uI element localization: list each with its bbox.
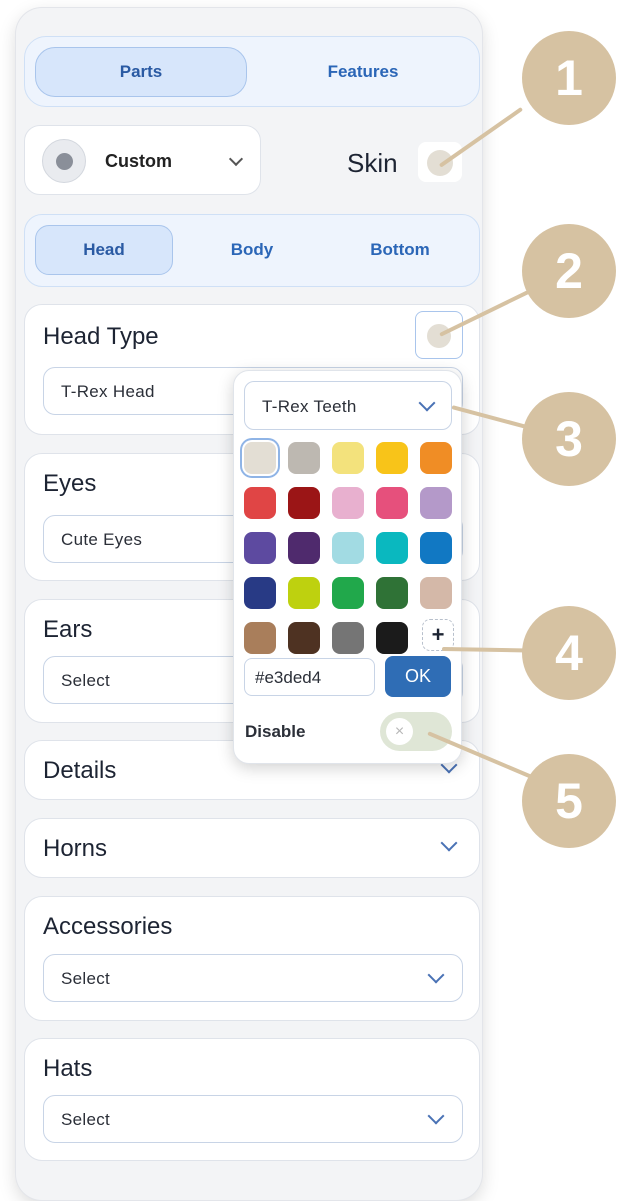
color-target-value: T-Rex Teeth [262,397,357,416]
chevron-down-icon [427,1107,445,1125]
tab-body[interactable]: Body [183,225,321,275]
eyes-value: Cute Eyes [61,530,143,549]
disable-toggle[interactable]: × [380,712,452,751]
color-swatch[interactable] [288,622,320,654]
color-picker-popup: T-Rex Teeth + #e3ded4 OK Disable × [233,370,462,764]
chevron-down-icon [427,966,445,984]
callout-badge-4: 4 [522,606,616,700]
color-swatch[interactable] [244,442,276,474]
callout-badge-3: 3 [522,392,616,486]
accessories-value: Select [61,969,111,988]
accessories-select[interactable]: Select [43,954,463,1002]
chevron-down-icon [418,394,436,412]
ears-value: Select [61,671,111,690]
skin-preset-dropdown[interactable]: Custom [24,125,261,195]
color-swatch[interactable] [244,487,276,519]
head-type-color-swatch [427,324,451,348]
tab-bottom[interactable]: Bottom [331,225,469,275]
preset-color-circle [42,139,86,183]
tab-features[interactable]: Features [257,47,469,97]
part-tab-bar: Head Body Bottom [24,214,480,287]
head-type-value: T-Rex Head [61,382,155,401]
color-swatch[interactable] [376,487,408,519]
color-swatch[interactable] [288,532,320,564]
color-swatch[interactable] [244,622,276,654]
color-swatch[interactable] [376,442,408,474]
horns-title: Horns [43,835,108,862]
chevron-down-icon [228,151,244,167]
disable-label: Disable [245,722,306,741]
color-swatch[interactable] [332,622,364,654]
color-swatch[interactable] [376,577,408,609]
hats-title: Hats [43,1055,93,1082]
accessories-title: Accessories [43,913,173,940]
toggle-knob: × [386,718,413,745]
hex-value: #e3ded4 [255,668,322,687]
details-title: Details [43,757,117,784]
hex-input[interactable]: #e3ded4 [244,658,375,696]
color-swatch[interactable] [332,442,364,474]
horns-card[interactable]: Horns [24,818,480,878]
preset-label: Custom [105,151,172,171]
plus-icon: + [431,622,445,647]
eyes-title: Eyes [43,470,97,497]
skin-label: Skin [347,148,398,178]
color-swatch[interactable] [332,487,364,519]
hats-value: Select [61,1110,111,1129]
color-swatch[interactable] [420,487,452,519]
ears-title: Ears [43,616,93,643]
color-swatch[interactable] [420,442,452,474]
color-swatch[interactable] [420,532,452,564]
color-swatch[interactable] [288,442,320,474]
color-swatch[interactable] [244,532,276,564]
callout-badge-2: 2 [522,224,616,318]
color-swatch[interactable] [376,622,408,654]
color-swatch[interactable] [288,487,320,519]
callout-badge-1: 1 [522,31,616,125]
close-icon: × [394,722,405,740]
ok-button[interactable]: OK [385,656,451,697]
color-swatch[interactable] [244,577,276,609]
hats-card: Hats Select [24,1038,480,1161]
tab-parts[interactable]: Parts [35,47,247,97]
callout-badge-5: 5 [522,754,616,848]
head-type-title: Head Type [43,323,159,350]
color-target-select[interactable]: T-Rex Teeth [244,381,452,430]
color-swatch[interactable] [420,577,452,609]
tab-head[interactable]: Head [35,225,173,275]
head-type-color-button[interactable] [415,311,463,359]
color-swatch[interactable] [376,532,408,564]
hats-select[interactable]: Select [43,1095,463,1143]
color-swatch[interactable] [332,577,364,609]
color-swatch[interactable] [332,532,364,564]
accessories-card: Accessories Select [24,896,480,1021]
color-swatch[interactable] [288,577,320,609]
chevron-down-icon [440,834,458,852]
main-tab-bar: Parts Features [24,36,480,107]
ok-label: OK [404,666,431,686]
